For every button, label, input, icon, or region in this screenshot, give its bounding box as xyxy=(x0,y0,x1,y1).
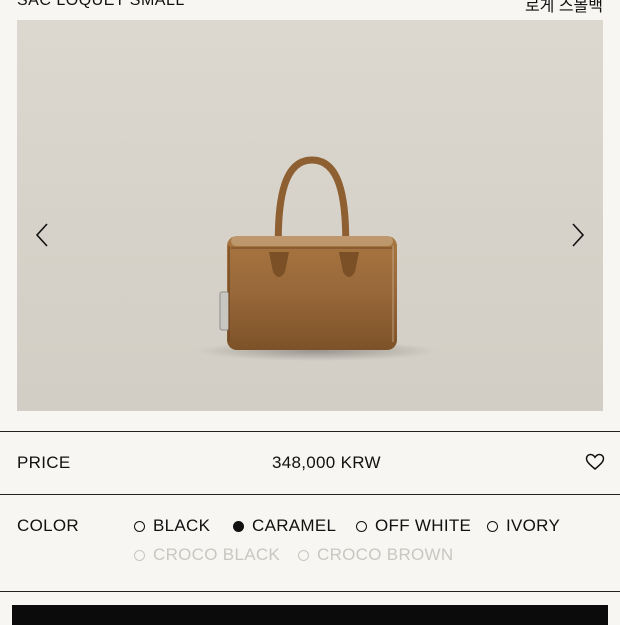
chevron-right-icon xyxy=(572,223,585,247)
radio-selected-icon xyxy=(233,520,244,532)
color-option-off-white[interactable]: OFF WHITE xyxy=(356,516,471,536)
radio-icon xyxy=(487,520,498,532)
color-option-caramel[interactable]: CARAMEL xyxy=(233,516,336,536)
color-option-ivory[interactable]: IVORY xyxy=(487,516,560,536)
color-option-croco-brown: CROCO BROWN xyxy=(298,545,453,565)
color-option-label: BLACK xyxy=(153,516,211,535)
wishlist-button[interactable] xyxy=(585,453,605,471)
heart-icon xyxy=(585,453,605,470)
color-option-black[interactable]: BLACK xyxy=(134,516,210,536)
color-option-label: CROCO BROWN xyxy=(317,545,454,564)
product-image xyxy=(197,156,437,361)
color-option-label: CROCO BLACK xyxy=(153,545,281,564)
divider xyxy=(0,591,620,592)
color-option-label: OFF WHITE xyxy=(375,516,472,535)
color-option-label: IVORY xyxy=(506,516,561,535)
product-title-korean: 로게 스몰백 xyxy=(524,0,603,15)
radio-icon xyxy=(356,520,367,532)
color-option-croco-black: CROCO BLACK xyxy=(134,545,280,565)
add-to-cart-button[interactable] xyxy=(12,605,608,625)
radio-icon xyxy=(134,549,145,561)
next-image-button[interactable] xyxy=(565,220,589,250)
color-label: COLOR xyxy=(17,516,79,535)
radio-icon xyxy=(298,549,309,561)
previous-image-button[interactable] xyxy=(31,220,55,250)
price-value: 348,000 KRW xyxy=(272,453,381,472)
product-image-gallery[interactable] xyxy=(17,20,603,411)
divider xyxy=(0,431,620,432)
product-title: SAC LOQUET SMALL xyxy=(17,0,185,9)
color-option-label: CARAMEL xyxy=(252,516,337,535)
divider xyxy=(0,494,620,495)
radio-icon xyxy=(134,520,145,532)
price-label: PRICE xyxy=(17,453,71,472)
chevron-left-icon xyxy=(35,223,48,247)
